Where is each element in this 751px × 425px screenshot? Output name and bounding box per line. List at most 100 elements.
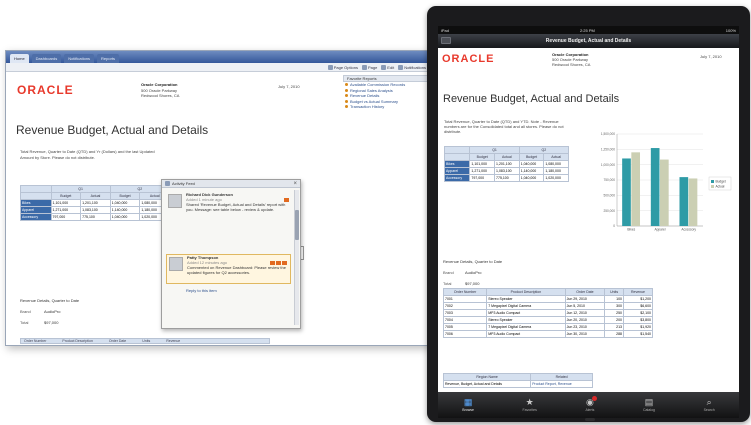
toolbar-edit[interactable]: Edit bbox=[381, 64, 394, 70]
popup-header: Activity Feed bbox=[162, 180, 300, 188]
feed-item-selected[interactable]: Patty Thompson Added 12 minutes ago Comm… bbox=[166, 254, 291, 284]
table-cell: Stereo Speaker bbox=[486, 295, 566, 303]
table-cell: Jun 23, 2010 bbox=[564, 323, 606, 331]
reply-link[interactable]: Reply to this item bbox=[186, 288, 217, 293]
chart-bar bbox=[631, 152, 641, 226]
table-row[interactable]: 7003 MP3 Audio Compact Jun 12, 2010 250 … bbox=[442, 309, 654, 317]
table-header-cell bbox=[443, 153, 471, 161]
favorite-report-link-label: Regional Sales Analysis bbox=[350, 87, 393, 93]
company-line: Redwood Shores, CA bbox=[552, 62, 591, 67]
y-tick-label: 1,500,000 bbox=[601, 132, 615, 136]
browser-tab-notifications[interactable]: Notifications bbox=[64, 54, 95, 63]
table-row-header[interactable]: Apparel bbox=[443, 167, 471, 175]
table-row[interactable]: 7002 7 Megapixel Digital Camera Jun 5, 2… bbox=[442, 302, 654, 310]
table-cell: 1,040,000 bbox=[109, 199, 141, 207]
favorite-report-link[interactable]: Transaction History bbox=[343, 104, 428, 110]
table-row-header[interactable]: Accessory bbox=[443, 174, 471, 182]
browser-tab-dashboards[interactable]: Dashboards bbox=[31, 54, 62, 63]
table-row[interactable]: 7006 MP3 Audio Compact Jun 30, 2010 288 … bbox=[442, 330, 654, 338]
y-tick-label: 0 bbox=[613, 224, 615, 228]
company-address: Oracle Corporation 500 Oracle Parkway Re… bbox=[141, 82, 179, 99]
feed-item[interactable]: Richard Dick Gunderson Added 1 minute ag… bbox=[166, 192, 291, 248]
y-tick-label: 250,000 bbox=[603, 209, 615, 213]
action-chip-icon[interactable] bbox=[282, 261, 287, 265]
report-intro-text: Total Revenue, Quarter to Date (QTD) and… bbox=[20, 149, 155, 160]
menu-button[interactable] bbox=[441, 37, 451, 44]
table-row[interactable]: 7005 7 Megapixel Digital Camera Jun 23, … bbox=[442, 323, 654, 331]
related-report-link[interactable]: Product Report, Revenue bbox=[530, 380, 593, 388]
table-cell: 775,100 bbox=[494, 174, 520, 182]
table-cell: $6,600 bbox=[622, 302, 654, 310]
table-group-header: Q1 bbox=[469, 146, 520, 154]
table-cell: 1,140,000 bbox=[518, 167, 545, 175]
oracle-logo: ORACLE bbox=[442, 53, 495, 65]
table-cell: 1,180,000 bbox=[543, 167, 569, 175]
notifications-icon bbox=[398, 64, 404, 70]
feed-item-text: Commented on Revenue Dashboard: Please r… bbox=[187, 265, 286, 275]
popup-title: Activity Feed bbox=[172, 181, 195, 186]
tab-catalog[interactable]: ▤ Catalog bbox=[643, 397, 655, 413]
tab-search[interactable]: ⌕ Search bbox=[704, 398, 715, 413]
table-header-cell bbox=[20, 192, 52, 200]
table-row[interactable]: 7001 Stereo Speaker Jun 29, 2010 100 $1,… bbox=[442, 295, 654, 303]
favorite-report-link-label: Revenue Details bbox=[350, 93, 380, 99]
table-row-header[interactable]: Apparel bbox=[20, 206, 52, 214]
tab-browse[interactable]: ▦ Browse bbox=[462, 398, 474, 413]
toolbar-notifications[interactable]: Notifications bbox=[398, 64, 426, 70]
tab-favorites[interactable]: ★ Favorites bbox=[522, 398, 536, 413]
tab-alerts[interactable]: ◉ Alerts bbox=[585, 396, 598, 412]
table-corner-cell bbox=[20, 185, 52, 193]
details-label: Total bbox=[20, 320, 29, 325]
ipad-screen: iPad 2:25 PM 100% Revenue Budget, Actual… bbox=[438, 26, 739, 418]
action-chip-icon[interactable] bbox=[276, 261, 281, 265]
table-cell: 1,271,000 bbox=[50, 206, 82, 214]
table-group-header-row: Q1 Q2 bbox=[20, 185, 171, 193]
report-bullet-icon bbox=[345, 88, 348, 92]
orders-table: Order Number Product Description Order D… bbox=[442, 288, 654, 338]
browser-tab-home[interactable]: Home bbox=[10, 54, 29, 63]
browser-toolbar: Page Options Page Edit Notifications bbox=[6, 63, 430, 72]
scrollbar-thumb[interactable] bbox=[295, 210, 299, 240]
popup-scrollbar[interactable] bbox=[294, 190, 299, 325]
table-row-header[interactable]: Bikes bbox=[443, 160, 471, 168]
table-cell: Stereo Speaker bbox=[486, 316, 566, 324]
table-cell: MP3 Audio Compact bbox=[486, 309, 566, 317]
table-row[interactable]: Revenue, Budget, Actual and Details Prod… bbox=[442, 380, 593, 388]
legend-label: Budget bbox=[716, 180, 726, 184]
page-icon bbox=[361, 64, 367, 70]
feed-item-text: Shared 'Revenue Budget, Actual and Detai… bbox=[186, 202, 286, 212]
toolbar-page[interactable]: Page bbox=[361, 64, 378, 70]
table-row-header[interactable]: Accessory bbox=[20, 213, 52, 221]
home-button[interactable] bbox=[585, 418, 595, 421]
table-cell: 1,101,000 bbox=[469, 160, 496, 168]
table-cell: 100 bbox=[604, 295, 624, 303]
report-bullet-icon bbox=[345, 99, 348, 103]
report-title: Revenue Budget, Actual and Details bbox=[443, 93, 620, 105]
table-group-header: Q1 bbox=[50, 185, 111, 193]
table-row-header[interactable]: Bikes bbox=[20, 199, 52, 207]
details-label: Brand bbox=[443, 270, 454, 275]
toolbar-page-options[interactable]: Page Options bbox=[327, 64, 358, 70]
table-cell: 1,271,000 bbox=[469, 167, 496, 175]
table-cell: 1,201,100 bbox=[494, 160, 520, 168]
feed-item-actions bbox=[269, 261, 287, 266]
toolbar-page-label: Page bbox=[367, 64, 378, 70]
chart-bar bbox=[679, 177, 689, 226]
action-chip-icon[interactable] bbox=[270, 261, 275, 265]
table-cell: 775,100 bbox=[80, 213, 111, 221]
details-row: Total $97,000 bbox=[20, 317, 79, 328]
column-header: Revenue bbox=[622, 288, 654, 296]
tab-label: Alerts bbox=[585, 408, 595, 412]
catalog-icon: ▤ bbox=[644, 397, 654, 407]
table-header-cell: Budget bbox=[109, 192, 141, 200]
table-cell: 7 Megapixel Digital Camera bbox=[486, 302, 566, 310]
table-row[interactable]: 7004 Stereo Speaker Jun 20, 2010 200 $3,… bbox=[442, 316, 654, 324]
close-icon[interactable]: × bbox=[293, 181, 297, 187]
column-header: Revenue bbox=[166, 339, 181, 343]
browser-tab-reports[interactable]: Reports bbox=[97, 54, 120, 63]
column-header: Order Number bbox=[24, 339, 47, 343]
browser-tab-strip: Home Dashboards Notifications Reports bbox=[6, 51, 430, 63]
table-row: Bikes 1,101,000 1,201,100 1,040,000 1,08… bbox=[443, 160, 569, 168]
chart-bar bbox=[622, 158, 631, 226]
table-cell: $2,100 bbox=[622, 309, 654, 317]
